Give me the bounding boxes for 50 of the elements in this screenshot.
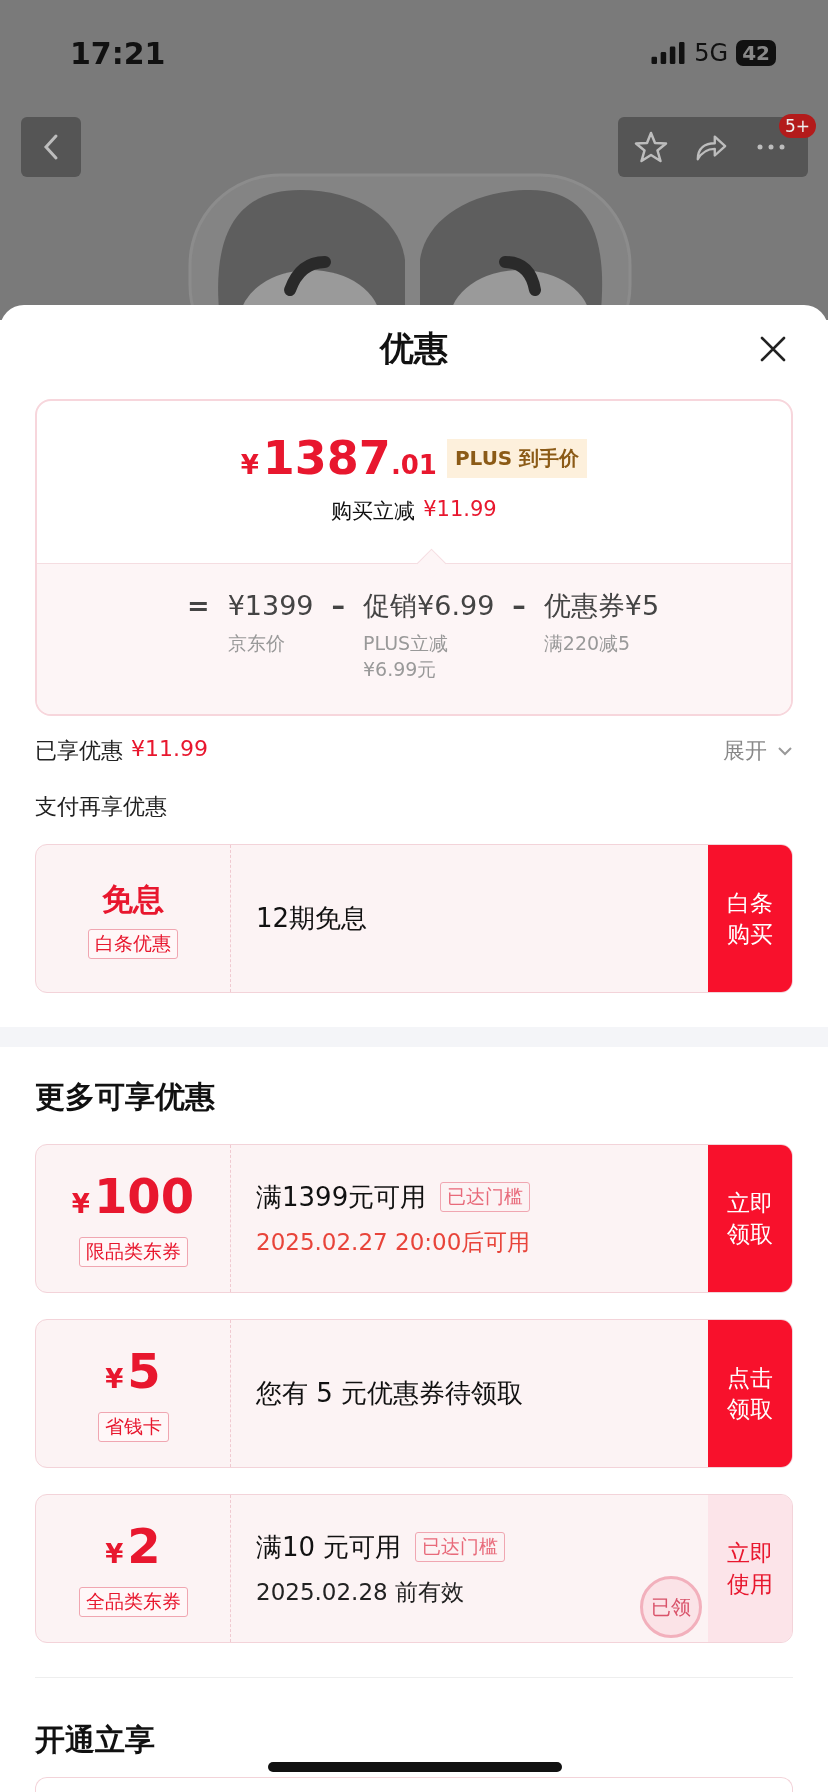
coupon-tag: 全品类东券 <box>78 1586 188 1617</box>
coupon-condition: 满1399元可用 <box>256 1180 427 1214</box>
network-label: 5G <box>694 39 729 67</box>
threshold-tag: 已达门槛 <box>415 1532 506 1562</box>
coupon-amount: ¥5 <box>105 1345 161 1401</box>
operator-symbol: = <box>187 589 210 623</box>
enjoyed-value: ¥11.99 <box>131 736 208 763</box>
term-note: 满220减5 <box>543 631 632 656</box>
close-icon[interactable] <box>759 335 787 363</box>
section-heading: 开通立享 <box>35 1721 156 1759</box>
price-term: 促销¥6.99 <box>363 589 495 623</box>
saving-label: 购买立减 <box>331 498 416 525</box>
coupon-condition: 满10 元可用 <box>256 1530 402 1564</box>
coupon-tag: 省钱卡 <box>97 1411 169 1442</box>
price-term: 优惠券¥5 <box>543 589 660 623</box>
threshold-tag: 已达门槛 <box>440 1182 531 1212</box>
enjoyed-label: 已享优惠 <box>35 737 123 765</box>
section-heading: 支付再享优惠 <box>35 793 168 821</box>
coupon-action-button[interactable]: 立即领取 <box>708 1145 792 1292</box>
star-icon[interactable] <box>634 130 668 164</box>
status-time: 17:21 <box>70 35 166 71</box>
signal-icon <box>650 42 687 64</box>
offer-headline: 免息 <box>102 879 164 919</box>
battery-indicator: 42 <box>736 40 776 66</box>
notification-badge: 5+ <box>778 114 816 138</box>
coupon-amount: ¥2 <box>105 1520 161 1576</box>
baitiao-buy-button[interactable]: 白条购买 <box>708 845 792 992</box>
sheet-title: 优惠 <box>380 327 448 370</box>
section-heading: 更多可享优惠 <box>35 1078 216 1116</box>
claimed-stamp: 已领 <box>640 1576 702 1638</box>
coupon-validity: 2025.02.27 20:00后可用 <box>256 1227 531 1257</box>
term-note: 京东价 <box>227 631 286 656</box>
price-term: ¥1399 <box>227 589 314 623</box>
coupon-amount: ¥100 <box>71 1170 195 1226</box>
coupon-action-button[interactable]: 点击领取 <box>708 1320 792 1467</box>
coupon-action-button[interactable]: 立即使用 <box>708 1495 792 1642</box>
coupon-condition: 您有 5 元优惠券待领取 <box>256 1377 524 1410</box>
chevron-down-icon[interactable] <box>777 746 793 756</box>
coupon-tag: 限品类东券 <box>78 1236 188 1267</box>
back-button[interactable] <box>21 117 81 177</box>
operator-symbol: – <box>512 589 526 623</box>
coupon-tag: 白条优惠 <box>88 928 178 959</box>
coupon-validity: 2025.02.28 前有效 <box>256 1577 464 1607</box>
expand-button[interactable]: 展开 <box>723 736 793 766</box>
saving-value: ¥11.99 <box>423 497 497 523</box>
plus-price-tag: PLUS 到手价 <box>446 438 588 478</box>
operator-symbol: – <box>331 589 346 623</box>
final-price: ¥1387.01 <box>240 431 437 485</box>
offer-text: 12期免息 <box>256 902 368 935</box>
term-note: PLUS立减 ¥6.99元 <box>363 631 450 682</box>
